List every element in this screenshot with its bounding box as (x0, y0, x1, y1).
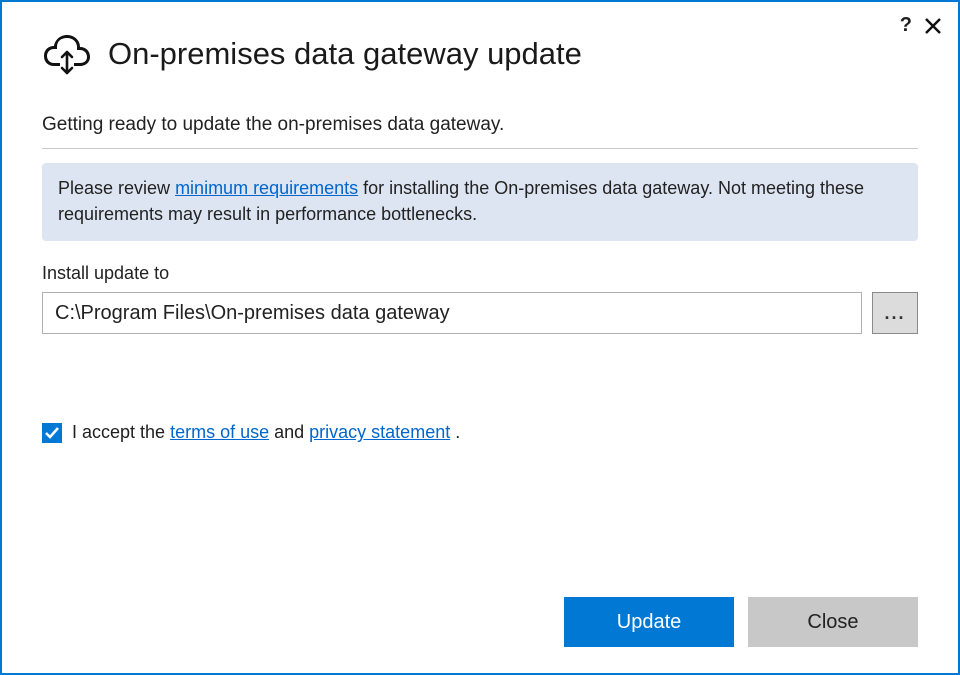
terms-of-use-link[interactable]: terms of use (170, 422, 269, 442)
accept-checkbox[interactable] (42, 423, 62, 443)
requirements-notice: Please review minimum requirements for i… (42, 163, 918, 241)
update-button[interactable]: Update (564, 597, 734, 647)
page-subtitle: Getting ready to update the on-premises … (42, 114, 918, 149)
accept-text-mid: and (269, 422, 309, 442)
cloud-upload-icon (42, 32, 92, 76)
page-title: On-premises data gateway update (108, 36, 582, 72)
notice-text-before: Please review (58, 178, 175, 198)
browse-button[interactable]: ... (872, 292, 918, 334)
help-icon[interactable]: ? (900, 14, 912, 37)
accept-text-before: I accept the (72, 422, 170, 442)
minimum-requirements-link[interactable]: minimum requirements (175, 178, 358, 198)
install-path-input[interactable] (42, 292, 862, 334)
privacy-statement-link[interactable]: privacy statement (309, 422, 450, 442)
close-button[interactable]: Close (748, 597, 918, 647)
install-path-label: Install update to (42, 263, 918, 284)
accept-label: I accept the terms of use and privacy st… (72, 422, 460, 443)
accept-text-after: . (450, 422, 460, 442)
close-icon[interactable] (924, 17, 942, 35)
